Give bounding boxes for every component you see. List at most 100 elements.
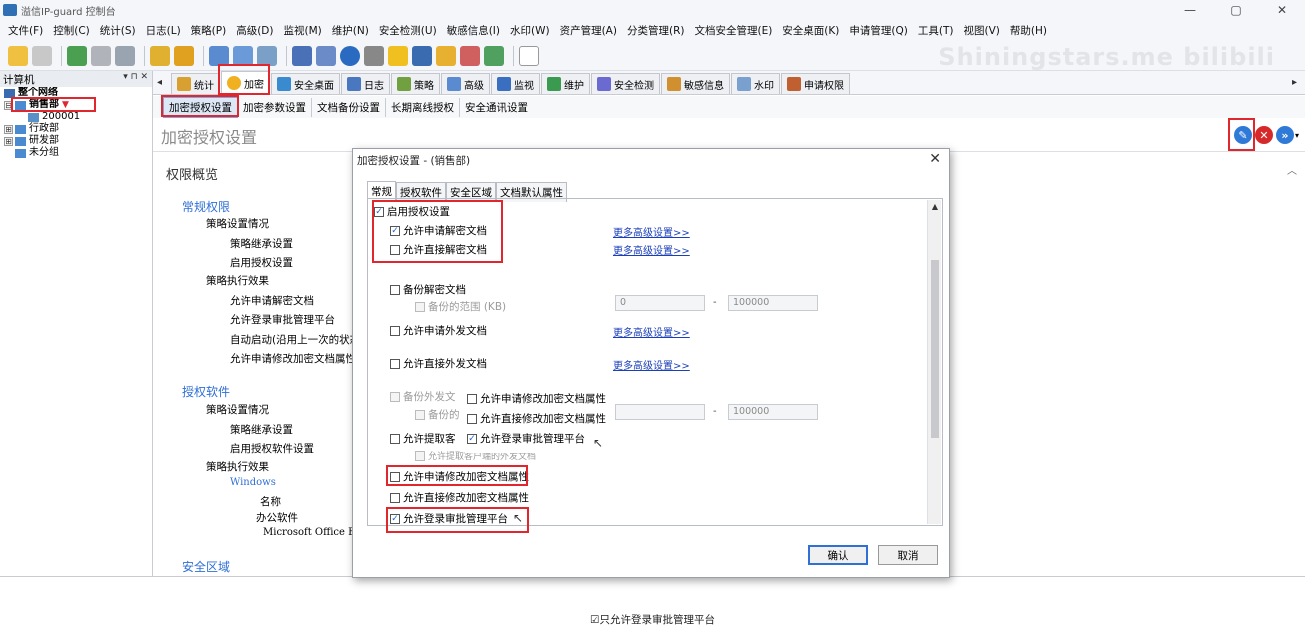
tab-log[interactable]: 日志: [341, 73, 390, 94]
allow-extract-checkbox[interactable]: 允许提取客: [390, 431, 456, 446]
more-icon[interactable]: »: [1275, 126, 1294, 144]
menu-file[interactable]: 文件(F): [3, 23, 48, 38]
import-icon[interactable]: [67, 45, 87, 66]
allow-direct-modify-checkbox[interactable]: 允许直接修改加密文档属性: [390, 490, 529, 505]
menu-monitor[interactable]: 监视(M): [278, 23, 326, 38]
more-settings-link[interactable]: 更多高级设置>>: [613, 357, 690, 372]
menu-help[interactable]: 帮助(H): [1005, 23, 1052, 38]
dialog-scrollbar[interactable]: ▲: [927, 200, 941, 524]
encrypt-icon[interactable]: [174, 45, 194, 66]
subtab-encrypt-auth[interactable]: 加密授权设置: [161, 94, 239, 118]
network-icon[interactable]: [316, 45, 336, 66]
range2-from-input[interactable]: [615, 404, 705, 420]
more-settings-link[interactable]: 更多高级设置>>: [613, 224, 690, 239]
scroll-up-icon[interactable]: ︿: [1287, 162, 1297, 177]
menu-log[interactable]: 日志(L): [141, 23, 186, 38]
tab-scroll-right-icon[interactable]: ▸: [1292, 77, 1297, 88]
tree-item-computer[interactable]: 200001: [2, 111, 152, 123]
preview-icon[interactable]: [115, 45, 135, 66]
backup-send-range-checkbox[interactable]: 备份的: [415, 407, 460, 422]
subtab-offline-auth[interactable]: 长期离线授权: [386, 97, 460, 117]
menu-policy[interactable]: 策略(P): [186, 23, 232, 38]
tree-item-rnd[interactable]: ⊞ 研发部: [2, 135, 152, 147]
expand-icon[interactable]: ⊞: [4, 136, 13, 146]
scroll-thumb[interactable]: [931, 260, 939, 438]
document-icon[interactable]: [412, 45, 432, 66]
monitor-icon[interactable]: [292, 45, 312, 66]
tab-policy[interactable]: 策略: [391, 73, 440, 94]
menu-advanced[interactable]: 高级(D): [231, 23, 278, 38]
lock-icon[interactable]: [436, 45, 456, 66]
subtab-encrypt-params[interactable]: 加密参数设置: [238, 97, 312, 117]
confirm-button[interactable]: 确认: [808, 545, 868, 565]
tab-statistics[interactable]: 统计: [171, 73, 220, 94]
collapse-icon[interactable]: ⊟: [4, 100, 13, 110]
allow-apply-send-checkbox[interactable]: 允许申请外发文档: [390, 323, 487, 338]
menu-doc-security[interactable]: 文档安全管理(E): [689, 23, 777, 38]
menu-request[interactable]: 申请管理(Q): [844, 23, 912, 38]
print-icon[interactable]: [91, 45, 111, 66]
tab-sensitive-info[interactable]: 敏感信息: [661, 73, 730, 94]
tree-item-admin[interactable]: ⊞ 行政部: [2, 123, 152, 135]
subtab-doc-backup[interactable]: 文档备份设置: [312, 97, 386, 117]
statistics-icon[interactable]: [150, 45, 170, 66]
cancel-button[interactable]: 取消: [878, 545, 938, 565]
tree-item-whole-network[interactable]: 整个网络: [2, 87, 152, 99]
screen-icon[interactable]: [257, 45, 277, 66]
scroll-up-icon[interactable]: ▲: [928, 200, 942, 214]
backup-decrypt-checkbox[interactable]: 备份解密文档: [390, 282, 466, 297]
backup-range-checkbox[interactable]: 备份的范围 (KB): [415, 299, 506, 314]
allow-apply-decrypt-checkbox[interactable]: ✓ 允许申请解密文档: [390, 223, 487, 238]
delete-icon[interactable]: [32, 45, 52, 66]
cancel-icon[interactable]: ✕: [1254, 126, 1273, 144]
more-settings-link[interactable]: 更多高级设置>>: [613, 324, 690, 339]
menu-control[interactable]: 控制(C): [48, 23, 95, 38]
maximize-button[interactable]: ▢: [1213, 0, 1259, 20]
tab-scroll-left-icon[interactable]: ◂: [157, 77, 162, 88]
tab-monitor[interactable]: 监视: [491, 73, 540, 94]
popup-login-checkbox[interactable]: ✓ 允许登录审批管理平台: [467, 431, 585, 446]
range-from-input[interactable]: 0: [615, 295, 705, 311]
usb-icon[interactable]: [364, 45, 384, 66]
menu-watermark[interactable]: 水印(W): [505, 23, 555, 38]
globe-icon[interactable]: [340, 45, 360, 66]
menu-tools[interactable]: 工具(T): [913, 23, 959, 38]
allow-direct-decrypt-checkbox[interactable]: 允许直接解密文档: [390, 242, 487, 257]
add-icon[interactable]: [8, 45, 28, 66]
allow-login-checkbox[interactable]: ✓ 允许登录审批管理平台: [390, 511, 508, 526]
menu-sensitive-info[interactable]: 敏感信息(I): [442, 23, 505, 38]
tab-security-check[interactable]: 安全检测: [591, 73, 660, 94]
menu-maintenance[interactable]: 维护(N): [327, 23, 374, 38]
more-settings-link[interactable]: 更多高级设置>>: [613, 242, 690, 257]
tab-request-permission[interactable]: 申请权限: [781, 73, 850, 94]
refresh-icon[interactable]: [519, 45, 539, 66]
tab-watermark[interactable]: 水印: [731, 73, 780, 94]
warning-icon[interactable]: [388, 45, 408, 66]
popup-apply-modify-checkbox[interactable]: 允许申请修改加密文档属性: [467, 391, 606, 406]
allow-apply-modify-checkbox[interactable]: 允许申请修改加密文档属性: [390, 469, 529, 484]
dialog-close-icon[interactable]: ✕: [929, 151, 941, 167]
panel-controls[interactable]: ▾ ⊓ ✕: [123, 72, 148, 82]
dropdown-icon[interactable]: ▾: [1295, 131, 1299, 140]
desktop-icon[interactable]: [209, 45, 229, 66]
tab-encrypt[interactable]: 加密: [218, 64, 270, 95]
backup-send-checkbox[interactable]: 备份外发文: [390, 389, 456, 404]
menu-security-check[interactable]: 安全检测(U): [374, 23, 442, 38]
minimize-button[interactable]: —: [1167, 0, 1213, 20]
subtab-secure-comm[interactable]: 安全通讯设置: [460, 98, 533, 117]
menu-classification[interactable]: 分类管理(R): [622, 23, 690, 38]
edit-button[interactable]: ✎: [1227, 118, 1255, 151]
tree-item-ungrouped[interactable]: 未分组: [2, 147, 152, 159]
menu-view[interactable]: 视图(V): [958, 23, 1004, 38]
range-to-input[interactable]: 100000: [728, 295, 818, 311]
menu-secure-desktop[interactable]: 安全桌面(K): [777, 23, 844, 38]
close-button[interactable]: ✕: [1259, 0, 1305, 20]
expand-icon[interactable]: ⊞: [4, 124, 13, 134]
allow-direct-send-checkbox[interactable]: 允许直接外发文档: [390, 356, 487, 371]
enable-auth-checkbox[interactable]: ✓ 启用授权设置: [374, 204, 450, 219]
popup-direct-modify-checkbox[interactable]: 允许直接修改加密文档属性: [467, 411, 606, 426]
tab-secure-desktop[interactable]: 安全桌面: [271, 73, 340, 94]
tree-item-sales[interactable]: ⊟ 销售部 ▼: [2, 97, 152, 112]
window-icon[interactable]: [233, 45, 253, 66]
menu-statistics[interactable]: 统计(S): [95, 23, 141, 38]
